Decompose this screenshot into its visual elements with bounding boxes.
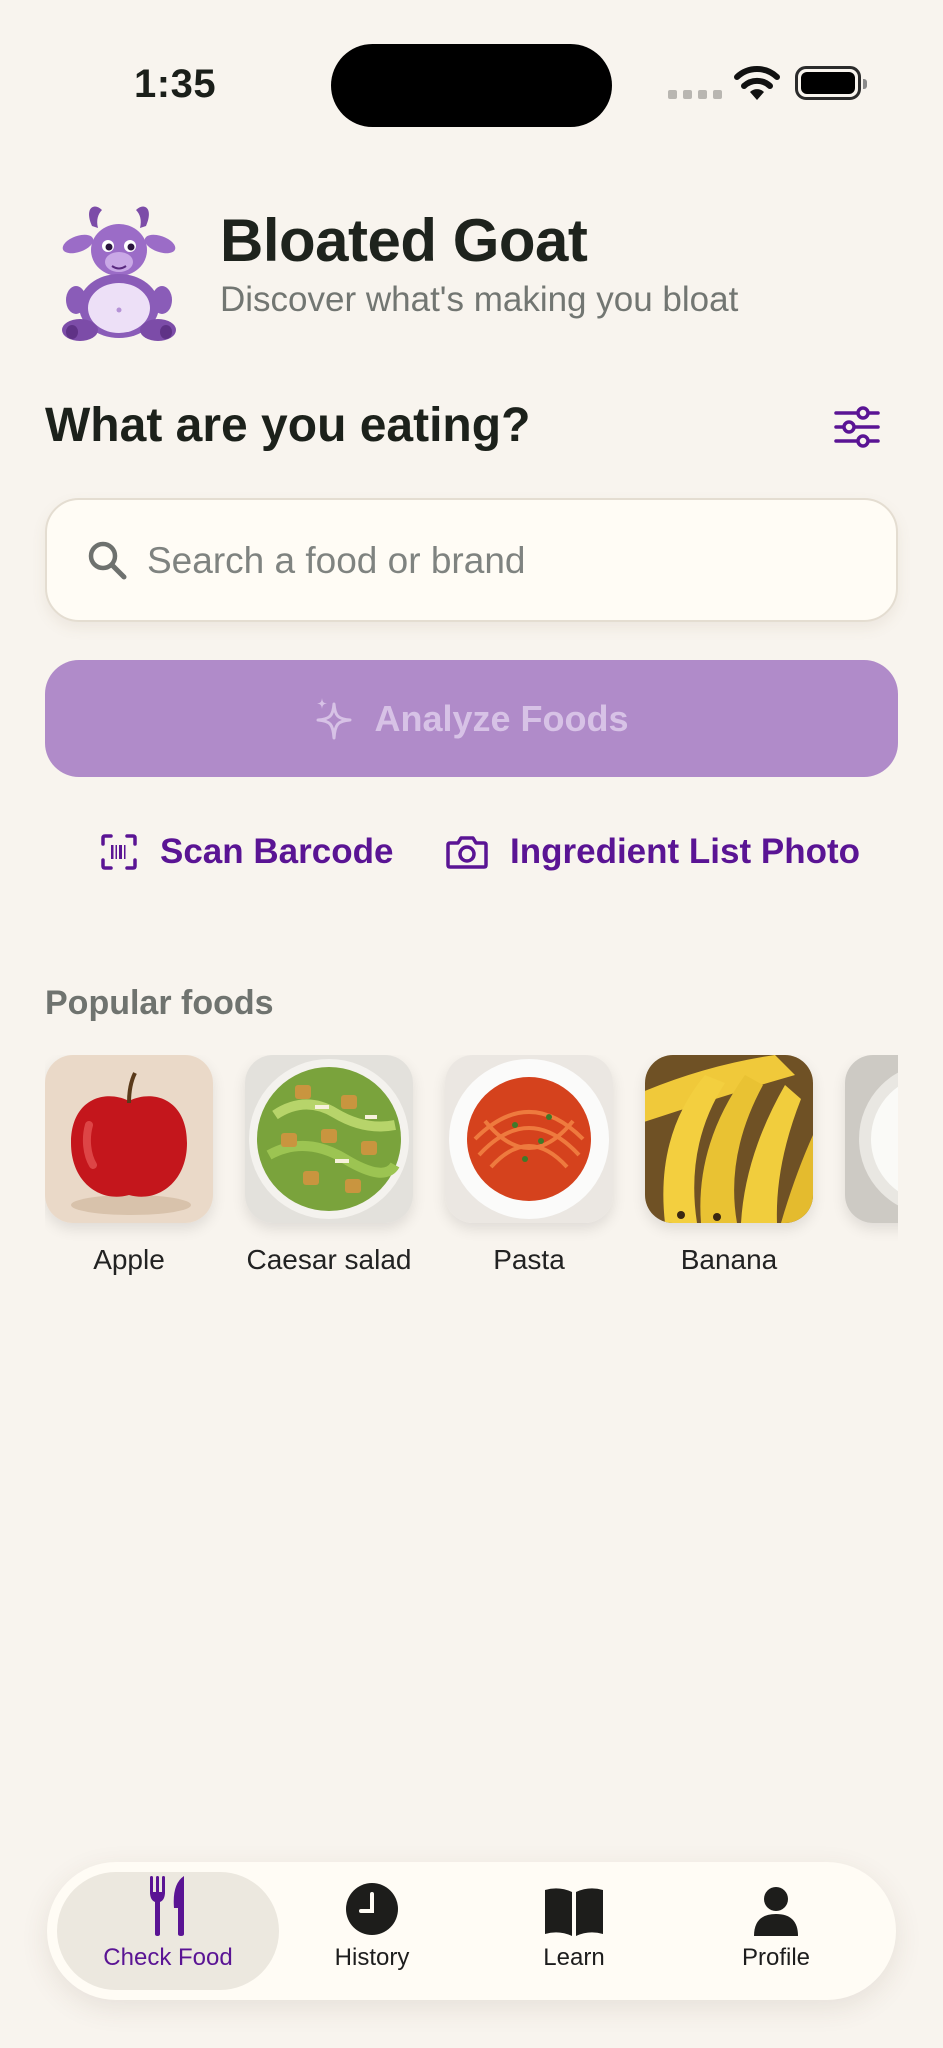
banana-image — [645, 1055, 813, 1223]
food-label: Apple — [93, 1244, 165, 1275]
caesar-salad-image — [245, 1055, 413, 1223]
food-label: Caesar salad — [246, 1244, 412, 1275]
tab-bar: Check Food History Learn Profile — [47, 1862, 896, 2000]
food-card-partial[interactable]: Cy — [845, 1055, 898, 1279]
scan-barcode-label: Scan Barcode — [160, 832, 394, 871]
book-icon — [545, 1888, 603, 1936]
app-tagline: Discover what's making you bloat — [220, 280, 739, 319]
analyze-foods-button[interactable]: Analyze Foods — [45, 660, 898, 777]
tab-label: Learn — [543, 1944, 605, 1971]
popular-foods-heading: Popular foods — [45, 984, 274, 1022]
dynamic-island — [331, 44, 612, 127]
goat-logo-icon — [62, 206, 176, 341]
ingredient-photo-button[interactable]: Ingredient List Photo — [446, 832, 860, 872]
scan-barcode-button[interactable]: Scan Barcode — [100, 832, 393, 872]
clock-icon — [346, 1883, 398, 1935]
tab-learn[interactable]: Learn — [463, 1872, 685, 1990]
app-title: Bloated Goat — [220, 207, 588, 274]
tab-label: Profile — [741, 1944, 811, 1971]
wifi-icon — [734, 66, 780, 100]
analyze-foods-label: Analyze Foods — [374, 697, 629, 739]
tab-profile[interactable]: Profile — [665, 1872, 887, 1990]
camera-icon — [446, 836, 488, 869]
battery-icon — [795, 66, 867, 100]
cellular-signal-icon — [668, 90, 722, 99]
sparkles-icon — [316, 697, 352, 739]
popular-foods-carousel[interactable]: Apple Caesar salad Pasta Banana — [45, 1055, 898, 1335]
yogurt-image — [845, 1055, 898, 1223]
food-card-apple[interactable]: Apple — [45, 1055, 213, 1279]
barcode-scan-icon — [101, 834, 137, 870]
filter-sliders-icon[interactable] — [832, 405, 882, 449]
apple-image — [45, 1055, 213, 1223]
search-field[interactable] — [45, 498, 898, 622]
pasta-image — [445, 1055, 613, 1223]
tab-label: History — [334, 1944, 410, 1971]
food-card-pasta[interactable]: Pasta — [445, 1055, 613, 1279]
food-label: Banana — [680, 1244, 778, 1275]
tab-history[interactable]: History — [261, 1872, 483, 1990]
fork-knife-icon — [150, 1876, 184, 1936]
search-icon — [88, 541, 127, 580]
tab-label: Check Food — [103, 1944, 233, 1971]
person-icon — [754, 1887, 798, 1936]
section-heading: What are you eating? — [45, 399, 531, 452]
tab-check-food[interactable]: Check Food — [57, 1872, 279, 1990]
search-input[interactable] — [145, 528, 849, 594]
food-card-banana[interactable]: Banana — [645, 1055, 813, 1279]
status-time: 1:35 — [134, 62, 217, 106]
ingredient-photo-label: Ingredient List Photo — [510, 832, 860, 871]
food-label: Pasta — [493, 1244, 565, 1275]
food-card-caesar-salad[interactable]: Caesar salad — [245, 1055, 413, 1279]
